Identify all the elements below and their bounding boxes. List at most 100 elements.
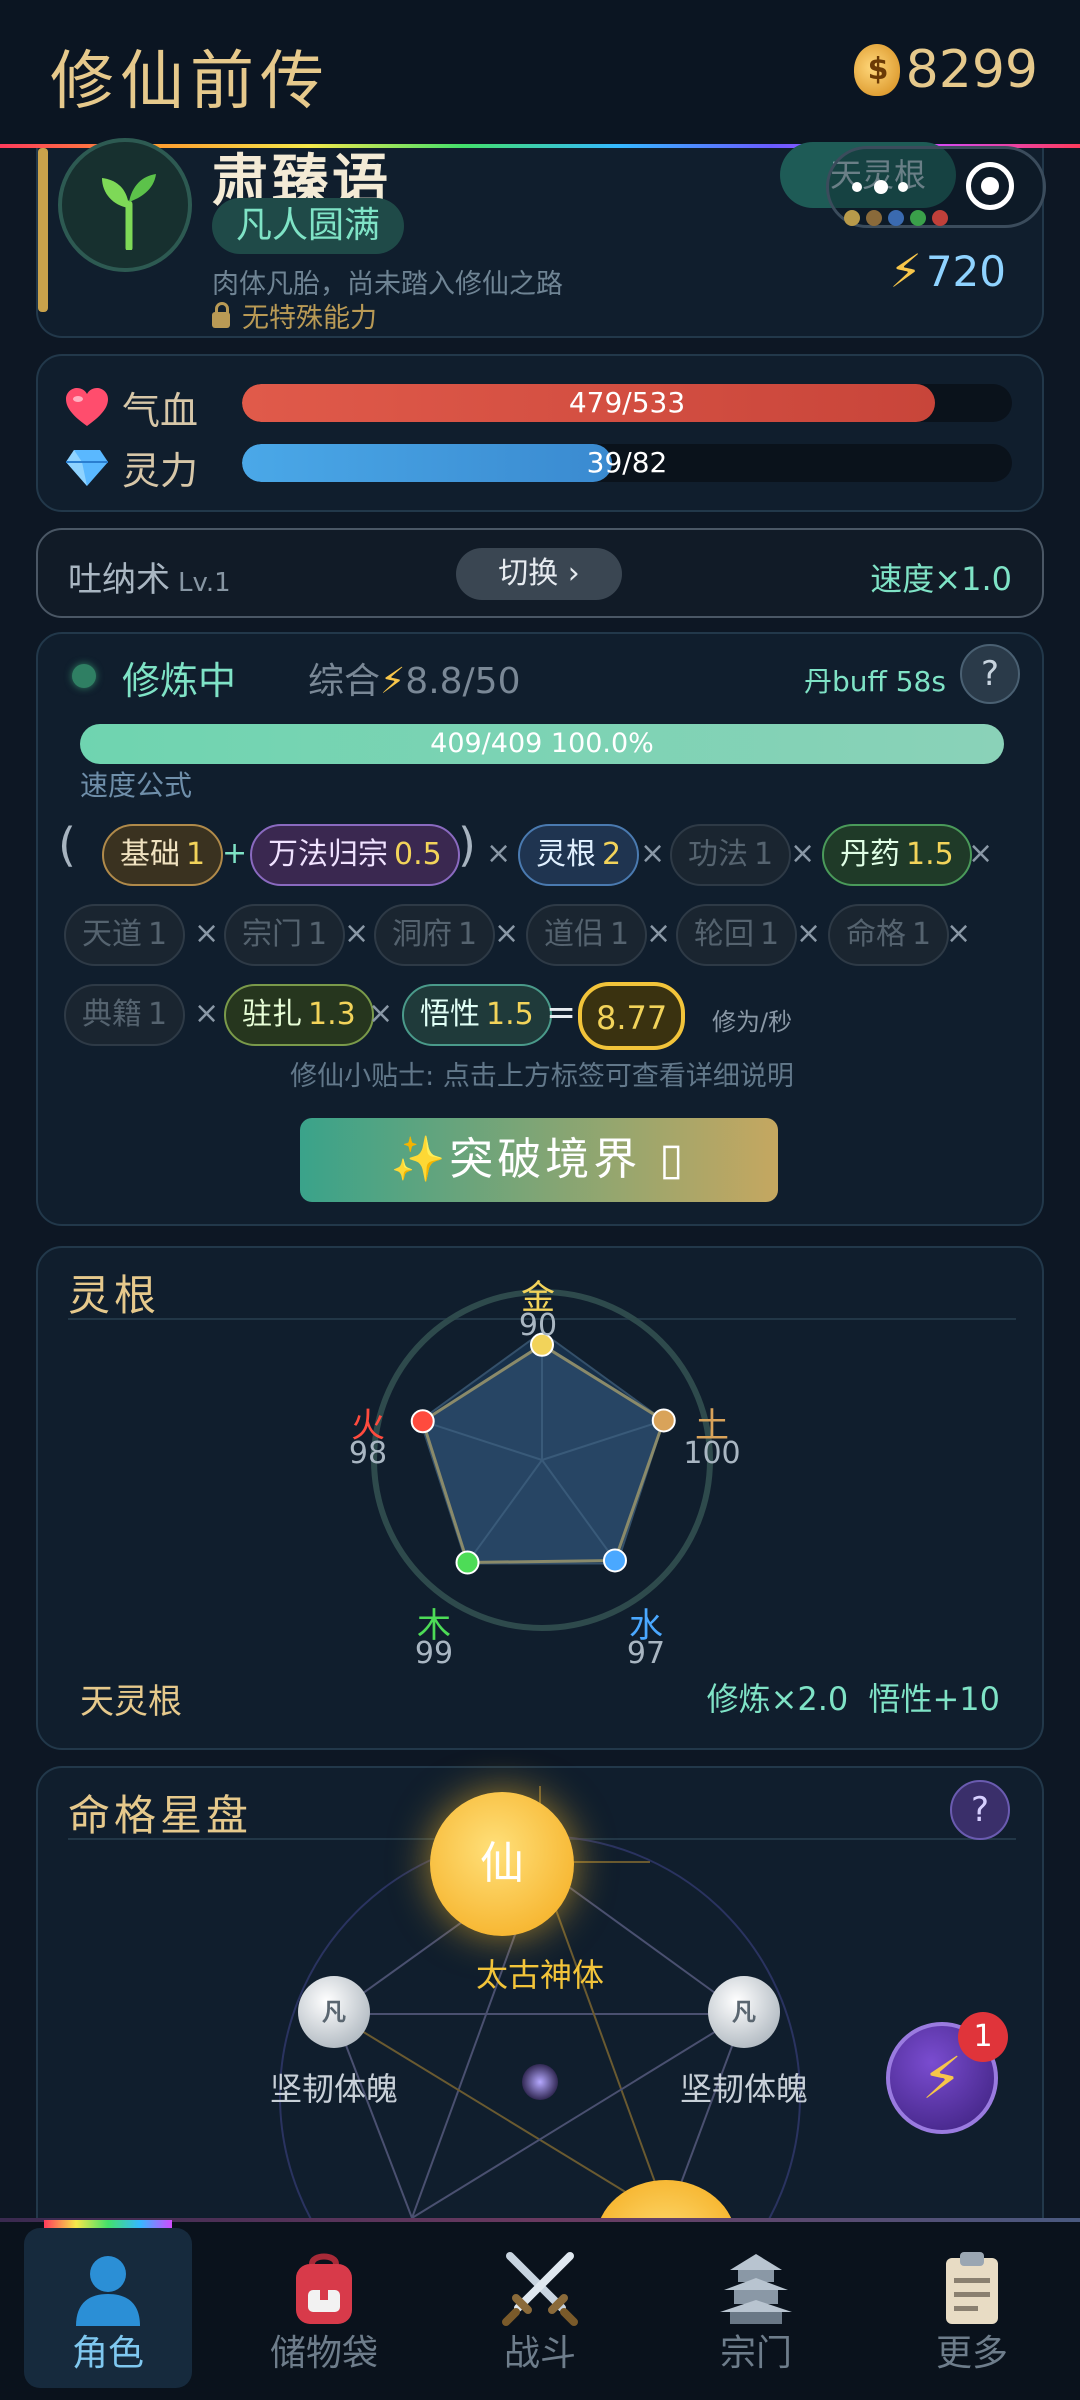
chip-value: 1 — [760, 917, 780, 952]
element-value-metal: 90 — [518, 1308, 558, 1343]
more-options-icon[interactable] — [846, 166, 916, 206]
composite-rating: 综合⚡8.8/50 — [308, 652, 521, 704]
cultivation-help-button[interactable]: ? — [960, 644, 1020, 704]
cultivation-card: 修炼中 综合⚡8.8/50 丹buff 58s ? 409/409 100.0%… — [36, 632, 1044, 1226]
chip-partner[interactable]: 道侣 1 — [526, 904, 648, 966]
chip-value: 1 — [308, 917, 328, 952]
chip-station[interactable]: 驻扎 1.3 — [224, 984, 374, 1046]
mp-bar: 39/82 — [242, 444, 1012, 482]
chip-label: 功法 — [688, 837, 748, 872]
app-title: 修仙前传 — [50, 45, 330, 119]
chip-value: 1 — [148, 917, 168, 952]
diamond-icon — [66, 449, 108, 486]
chip-value: 1.5 — [486, 997, 534, 1032]
technique-level: Lv.1 — [178, 568, 231, 598]
multiply-operator: × — [646, 916, 672, 951]
chip-comprehension[interactable]: 悟性 1.5 — [402, 984, 552, 1046]
chip-label: 典籍 — [82, 997, 142, 1032]
coin-count: 8299 — [905, 40, 1038, 100]
energy-display: ⚡ 720 — [890, 244, 1006, 298]
multiply-operator: × — [796, 916, 822, 951]
main-fate-star[interactable]: 仙 — [430, 1792, 574, 1936]
element-value-fire: 98 — [348, 1436, 388, 1471]
chip-reincarnation[interactable]: 轮回 1 — [676, 904, 798, 966]
technique-card: 吐纳术 Lv.1 切换 › 速度×1.0 — [36, 528, 1044, 618]
main-fate-star-label: 太古神体 — [475, 1956, 604, 1994]
nav-label: 角色 — [71, 2333, 144, 2374]
technique-name: 吐纳术 Lv.1 — [68, 552, 231, 601]
chip-spirit-root[interactable]: 灵根 2 — [518, 824, 640, 886]
close-paren: ) — [458, 818, 476, 872]
multiply-operator: × — [194, 916, 220, 951]
cultivation-progress-bar: 409/409 100.0% — [80, 724, 1004, 764]
plus-operator: + — [222, 836, 248, 871]
chip-label: 洞府 — [392, 917, 452, 952]
technique-speed: 速度×1.0 — [870, 560, 1012, 598]
nav-label: 更多 — [935, 2333, 1008, 2374]
chip-base[interactable]: 基础 1 — [102, 824, 224, 886]
radar-point-3 — [455, 1550, 480, 1575]
pill-buff-timer: 丹buff 58s — [804, 665, 946, 698]
element-value-earth: 100 — [683, 1436, 741, 1471]
multiply-operator: × — [968, 836, 994, 871]
chip-value: 2 — [602, 837, 622, 872]
chip-fate[interactable]: 命格 1 — [828, 904, 950, 966]
speed-result[interactable]: 8.77 — [578, 982, 686, 1050]
nav-active-indicator — [44, 2220, 172, 2228]
nav-tab-more[interactable]: 更多 — [864, 2228, 1080, 2388]
chip-label: 道侣 — [544, 917, 604, 952]
lock-icon — [212, 301, 230, 328]
breakthrough-button[interactable]: ✨突破境界 ▯ — [300, 1118, 778, 1202]
chip-pill[interactable]: 丹药 1.5 — [822, 824, 972, 886]
switch-technique-button[interactable]: 切换 › — [456, 548, 622, 600]
coin-balance[interactable]: 8299 — [853, 40, 1038, 100]
radar-point-4 — [410, 1409, 435, 1434]
chip-label: 驻扎 — [242, 997, 302, 1032]
multiply-operator: × — [494, 916, 520, 951]
element-value-wood: 99 — [414, 1636, 454, 1671]
nav-tab-storage[interactable]: 储物袋 — [216, 2228, 432, 2388]
chip-classics[interactable]: 典籍 1 — [64, 984, 186, 1046]
chip-label: 悟性 — [420, 997, 480, 1032]
multiply-operator: × — [640, 836, 666, 871]
chip-label: 宗门 — [242, 917, 302, 952]
chip-label: 基础 — [120, 837, 180, 872]
chip-sect[interactable]: 宗门 1 — [224, 904, 346, 966]
chip-wanfa[interactable]: 万法归宗 0.5 — [250, 824, 460, 886]
cultivation-status: 修炼中 — [122, 659, 237, 703]
realm-badge[interactable]: 凡人圆满 — [212, 198, 405, 254]
right-fate-star-label: 坚韧体魄 — [679, 2070, 808, 2108]
status-dot — [72, 664, 96, 688]
chip-value: 0.5 — [394, 837, 442, 872]
nav-tab-battle[interactable]: 战斗 — [432, 2228, 648, 2388]
right-fate-star[interactable]: 凡 — [708, 1976, 780, 2048]
chip-value: 1 — [148, 997, 168, 1032]
chip-technique[interactable]: 功法 1 — [670, 824, 792, 886]
composite-value: 8.8/50 — [405, 661, 521, 702]
nav-label: 宗门 — [719, 2333, 792, 2374]
cultivation-tip: 修仙小贴士: 点击上方标签可查看详细说明 — [290, 1061, 794, 1092]
avatar[interactable] — [58, 138, 192, 272]
energy-value: 720 — [925, 246, 1006, 296]
nav-label: 储物袋 — [269, 2333, 378, 2374]
hp-text: 479/533 — [568, 386, 686, 419]
backpack-icon — [296, 2253, 352, 2324]
nav-tab-character[interactable]: 角色 — [24, 2228, 192, 2388]
nav-tab-sect[interactable]: 宗门 — [648, 2228, 864, 2388]
open-paren: ( — [58, 818, 76, 872]
multiply-operator: × — [486, 836, 512, 871]
close-target-icon[interactable] — [966, 162, 1014, 210]
chip-label: 丹药 — [840, 837, 900, 872]
chip-heaven[interactable]: 天道 1 — [64, 904, 186, 966]
pagoda-icon — [720, 2254, 792, 2324]
sprout-icon — [102, 174, 156, 250]
heart-icon — [66, 387, 108, 426]
chip-cave[interactable]: 洞府 1 — [374, 904, 496, 966]
left-fate-star[interactable]: 凡 — [298, 1976, 370, 2048]
hp-bar: 479/533 — [242, 384, 1012, 422]
lightning-icon: ⚡ — [889, 244, 922, 298]
spirit-root-name: 天灵根 — [80, 1682, 182, 1722]
multiply-operator: × — [946, 916, 972, 951]
technique-title: 吐纳术 — [68, 560, 170, 600]
center-star — [522, 2064, 558, 2100]
